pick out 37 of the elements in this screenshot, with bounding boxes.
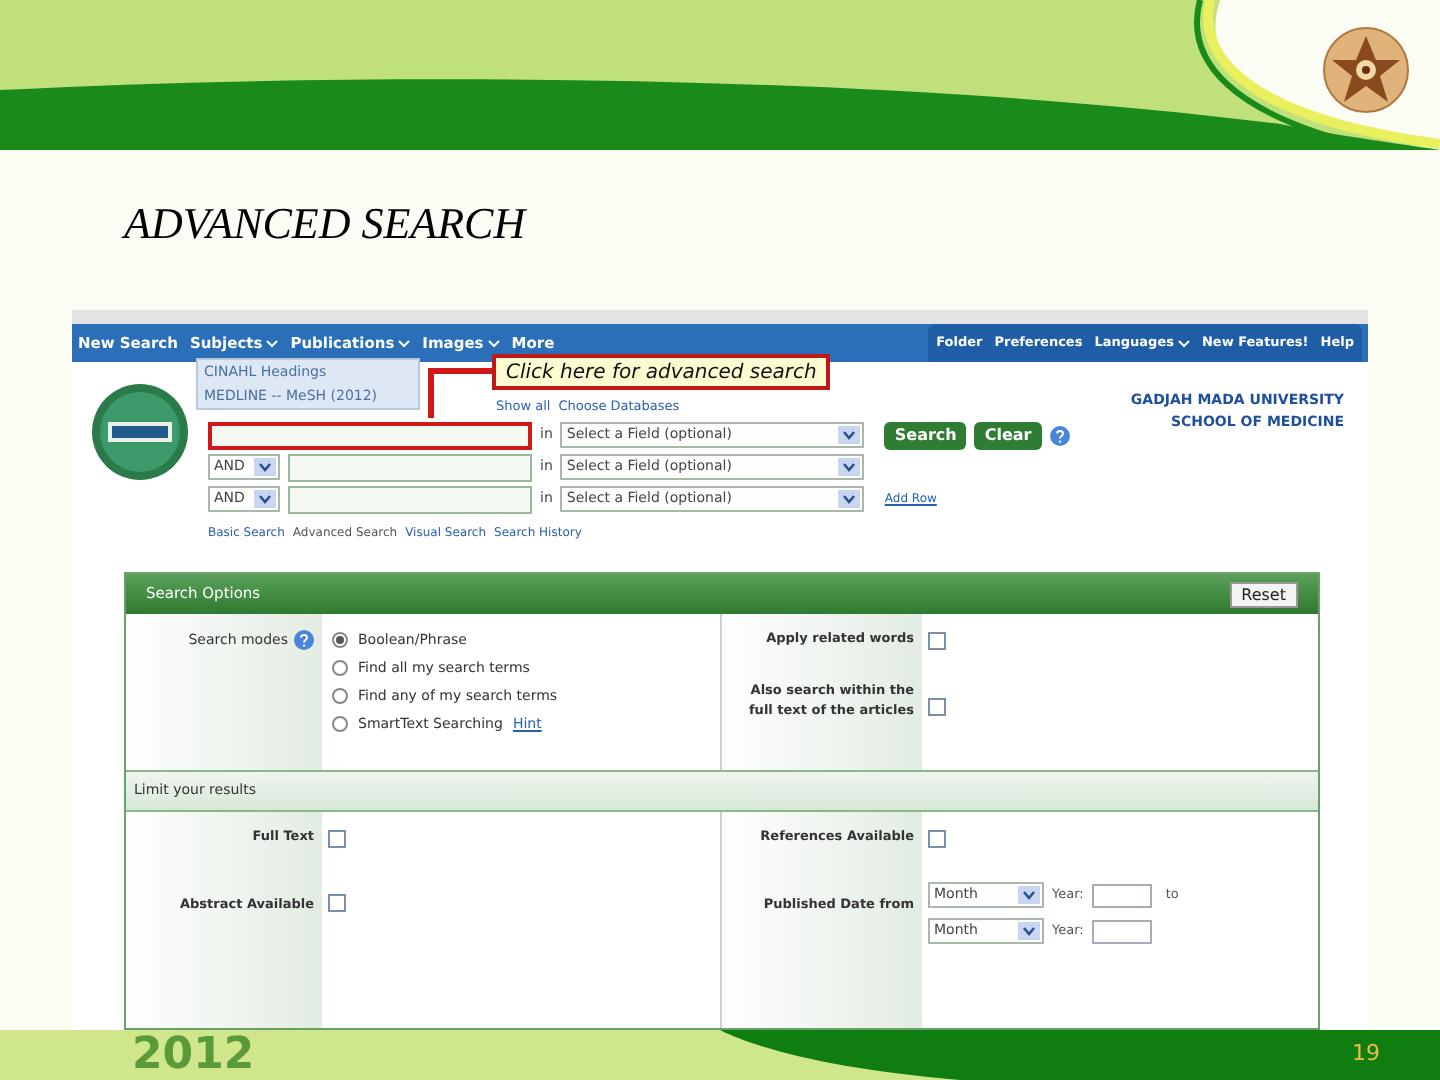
dropdown-arrow-icon: [838, 490, 861, 508]
reset-button[interactable]: Reset: [1229, 581, 1298, 607]
chevron-down-icon: [487, 339, 500, 347]
radio-button[interactable]: [332, 716, 348, 732]
emblem-icon: [1320, 24, 1412, 116]
page-number: 19: [1352, 1038, 1380, 1071]
callout-box: Click here for advanced search: [492, 354, 831, 390]
action-button[interactable]: Search: [884, 421, 967, 449]
checkbox[interactable]: [928, 830, 946, 848]
checkbox[interactable]: [328, 830, 346, 848]
leader-line: [428, 368, 492, 418]
dropdown-arrow-icon: [254, 490, 276, 508]
logo-icon: [90, 382, 190, 482]
dropdown-arrow-icon: [838, 458, 861, 476]
radio-button[interactable]: [332, 632, 348, 648]
search-input[interactable]: [208, 421, 532, 449]
help-icon[interactable]: [1049, 425, 1070, 445]
chevron-down-icon: [1177, 339, 1190, 347]
dropdown-arrow-icon: [254, 458, 276, 476]
chevron-down-icon: [266, 339, 279, 347]
radio-button[interactable]: [332, 688, 348, 704]
search-input[interactable]: [288, 485, 532, 513]
action-button[interactable]: Clear: [974, 421, 1042, 449]
chevron-down-icon: [398, 339, 411, 347]
radio-button[interactable]: [332, 660, 348, 676]
slide-title: ADVANCED SEARCH: [124, 198, 526, 248]
year-text: 2012: [132, 1033, 255, 1077]
year-input[interactable]: [1091, 919, 1152, 943]
checkbox[interactable]: [328, 894, 346, 912]
checkbox[interactable]: [928, 698, 946, 716]
dropdown-arrow-icon: [1018, 922, 1040, 940]
search-input[interactable]: [288, 453, 532, 481]
checkbox[interactable]: [928, 632, 946, 650]
dropdown-arrow-icon: [1018, 886, 1040, 904]
dropdown-arrow-icon: [838, 426, 861, 444]
help-icon[interactable]: [294, 630, 314, 650]
year-input[interactable]: [1091, 883, 1152, 907]
